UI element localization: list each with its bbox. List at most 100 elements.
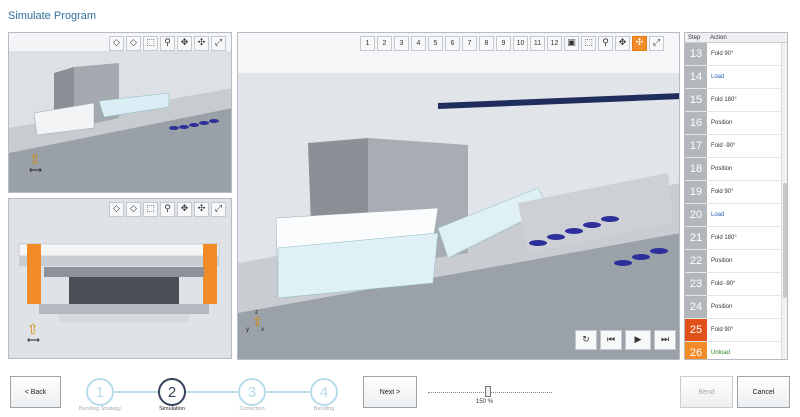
view-preset-8-button[interactable]: 8: [479, 36, 494, 51]
view-preset-5-button[interactable]: 5: [428, 36, 443, 51]
fullscreen-icon[interactable]: ⤢: [211, 202, 226, 217]
wizard-step-label: Correction: [239, 406, 265, 412]
step-action: Position: [711, 304, 733, 310]
zoom-window-icon[interactable]: ⬚: [143, 202, 158, 217]
step-number: 13: [685, 43, 707, 65]
view-preset-4-button[interactable]: 4: [411, 36, 426, 51]
step-row[interactable]: 21 Fold 180°: [685, 227, 787, 250]
bend-button[interactable]: Bend: [680, 376, 733, 408]
step-row[interactable]: 17 Fold -90°: [685, 135, 787, 158]
step-row[interactable]: 18 Position: [685, 158, 787, 181]
layout-icon[interactable]: ▣: [564, 36, 579, 51]
step-action: Fold -90°: [711, 281, 736, 287]
step-number: 18: [685, 158, 707, 180]
playback-controls: ↻ ⏮ ▶ ⏭: [575, 330, 676, 350]
step-row[interactable]: 25 Fold 90°: [685, 319, 787, 342]
cancel-button[interactable]: Cancel: [737, 376, 790, 408]
step-row[interactable]: 16 Position: [685, 112, 787, 135]
fit-right-icon[interactable]: ◇: [126, 36, 141, 51]
step-row[interactable]: 15 Fold 180°: [685, 89, 787, 112]
step-action: Fold 90°: [711, 327, 734, 333]
step-number: 17: [685, 135, 707, 157]
next-icon: ⏭: [660, 335, 670, 345]
zoom-knob[interactable]: [485, 386, 491, 397]
zoom-label: 150 %: [476, 399, 494, 405]
wizard-step-label: Bending Strategy: [78, 406, 122, 412]
reset-button[interactable]: ↻: [575, 330, 597, 350]
next-step-button[interactable]: ⏭: [654, 330, 676, 350]
step-list-header: Step Action: [685, 33, 787, 43]
step-action: Load: [711, 74, 725, 80]
step-row[interactable]: 13 Fold 90°: [685, 43, 787, 66]
previous-icon: ⏮: [606, 335, 616, 345]
axis-triad-bottom-left: ⇧ ⟷: [27, 322, 40, 346]
step-row[interactable]: 19 Fold 90°: [685, 181, 787, 204]
machine-view-front: [9, 199, 231, 358]
view-preset-2-button[interactable]: 2: [377, 36, 392, 51]
view-preset-1-button[interactable]: 1: [360, 36, 375, 51]
wizard-step-1[interactable]: 1: [86, 378, 114, 406]
scrollbar-thumb[interactable]: [783, 183, 787, 298]
zoom-icon[interactable]: ⚲: [160, 202, 175, 217]
fit-left-icon[interactable]: ◇: [109, 202, 124, 217]
step-number: 15: [685, 89, 707, 111]
step-list[interactable]: Step Action 13 Fold 90° 14 Load 15 Fold 180° 1…: [684, 32, 788, 360]
step-action: Unload: [711, 350, 731, 356]
step-row[interactable]: 20 Load: [685, 204, 787, 227]
pan-icon[interactable]: ✥: [177, 202, 192, 217]
fit-right-icon[interactable]: ◇: [126, 202, 141, 217]
axis-triad-top-left: ⇧ ⟷: [29, 151, 42, 176]
view-preset-7-button[interactable]: 7: [462, 36, 477, 51]
viewport-bottom-left[interactable]: ◇ ◇ ⬚ ⚲ ✥ ✣ ⤢ ⇧ ⟷: [8, 198, 232, 359]
pan-icon[interactable]: ✥: [177, 36, 192, 51]
fullscreen-icon[interactable]: ⤢: [649, 36, 664, 51]
step-number: 19: [685, 181, 707, 203]
play-icon: ▶: [634, 335, 642, 345]
step-row[interactable]: 24 Position: [685, 296, 787, 319]
next-button[interactable]: Next >: [363, 376, 417, 408]
step-action: Fold 90°: [711, 189, 734, 195]
back-button[interactable]: < Back: [10, 376, 61, 408]
axis-horizontal-icon: ⟷: [29, 165, 42, 175]
previous-step-button[interactable]: ⏮: [600, 330, 622, 350]
zoom-window-icon[interactable]: ⬚: [581, 36, 596, 51]
step-row[interactable]: 22 Position: [685, 250, 787, 273]
viewport-main[interactable]: 1 2 3 4 5 6 7 8 9 10 11 12 ▣ ⬚ ⚲ ✥ ✣ ⤢ ↻ ⏮ ▶ ⏭ z ⇧ yx: [237, 32, 680, 360]
axis-triad-main: z ⇧ yx: [246, 310, 264, 333]
wizard-step-4[interactable]: 4: [310, 378, 338, 406]
view-preset-11-button[interactable]: 11: [530, 36, 545, 51]
wizard-step-label: Simulation: [159, 406, 185, 412]
pan-icon[interactable]: ✥: [615, 36, 630, 51]
rotate-icon[interactable]: ✣: [194, 36, 209, 51]
rotate-active-icon[interactable]: ✣: [632, 36, 647, 51]
zoom-slider[interactable]: 150 %: [428, 386, 552, 406]
step-action: Fold -90°: [711, 143, 736, 149]
axis-up-arrow-icon: ⇧: [29, 151, 41, 167]
wizard-step-label: Bending: [313, 406, 335, 412]
play-button[interactable]: ▶: [625, 330, 651, 350]
step-row[interactable]: 14 Load: [685, 66, 787, 89]
step-row[interactable]: 26 Unload: [685, 342, 787, 359]
fit-left-icon[interactable]: ◇: [109, 36, 124, 51]
step-row[interactable]: 23 Fold -90°: [685, 273, 787, 296]
axis-horizontal-icon: ⟷: [27, 335, 40, 345]
step-action: Fold 90°: [711, 51, 734, 57]
step-action: Position: [711, 120, 733, 126]
fullscreen-icon[interactable]: ⤢: [211, 36, 226, 51]
wizard-step-3[interactable]: 3: [238, 378, 266, 406]
view-preset-10-button[interactable]: 10: [513, 36, 528, 51]
zoom-window-icon[interactable]: ⬚: [143, 36, 158, 51]
wizard-step-2[interactable]: 2: [158, 378, 186, 406]
step-list-scrollbar[interactable]: [781, 43, 787, 359]
viewport-top-left[interactable]: ◇ ◇ ⬚ ⚲ ✥ ✣ ⤢ ⇧ ⟷: [8, 32, 232, 193]
rotate-icon[interactable]: ✣: [194, 202, 209, 217]
zoom-icon[interactable]: ⚲: [598, 36, 613, 51]
view-preset-9-button[interactable]: 9: [496, 36, 511, 51]
view-preset-6-button[interactable]: 6: [445, 36, 460, 51]
view-preset-12-button[interactable]: 12: [547, 36, 562, 51]
wizard-connector: [114, 391, 158, 393]
step-action: Position: [711, 258, 733, 264]
zoom-icon[interactable]: ⚲: [160, 36, 175, 51]
step-rows: 13 Fold 90° 14 Load 15 Fold 180° 16 Position 17 F…: [685, 43, 787, 359]
view-preset-3-button[interactable]: 3: [394, 36, 409, 51]
